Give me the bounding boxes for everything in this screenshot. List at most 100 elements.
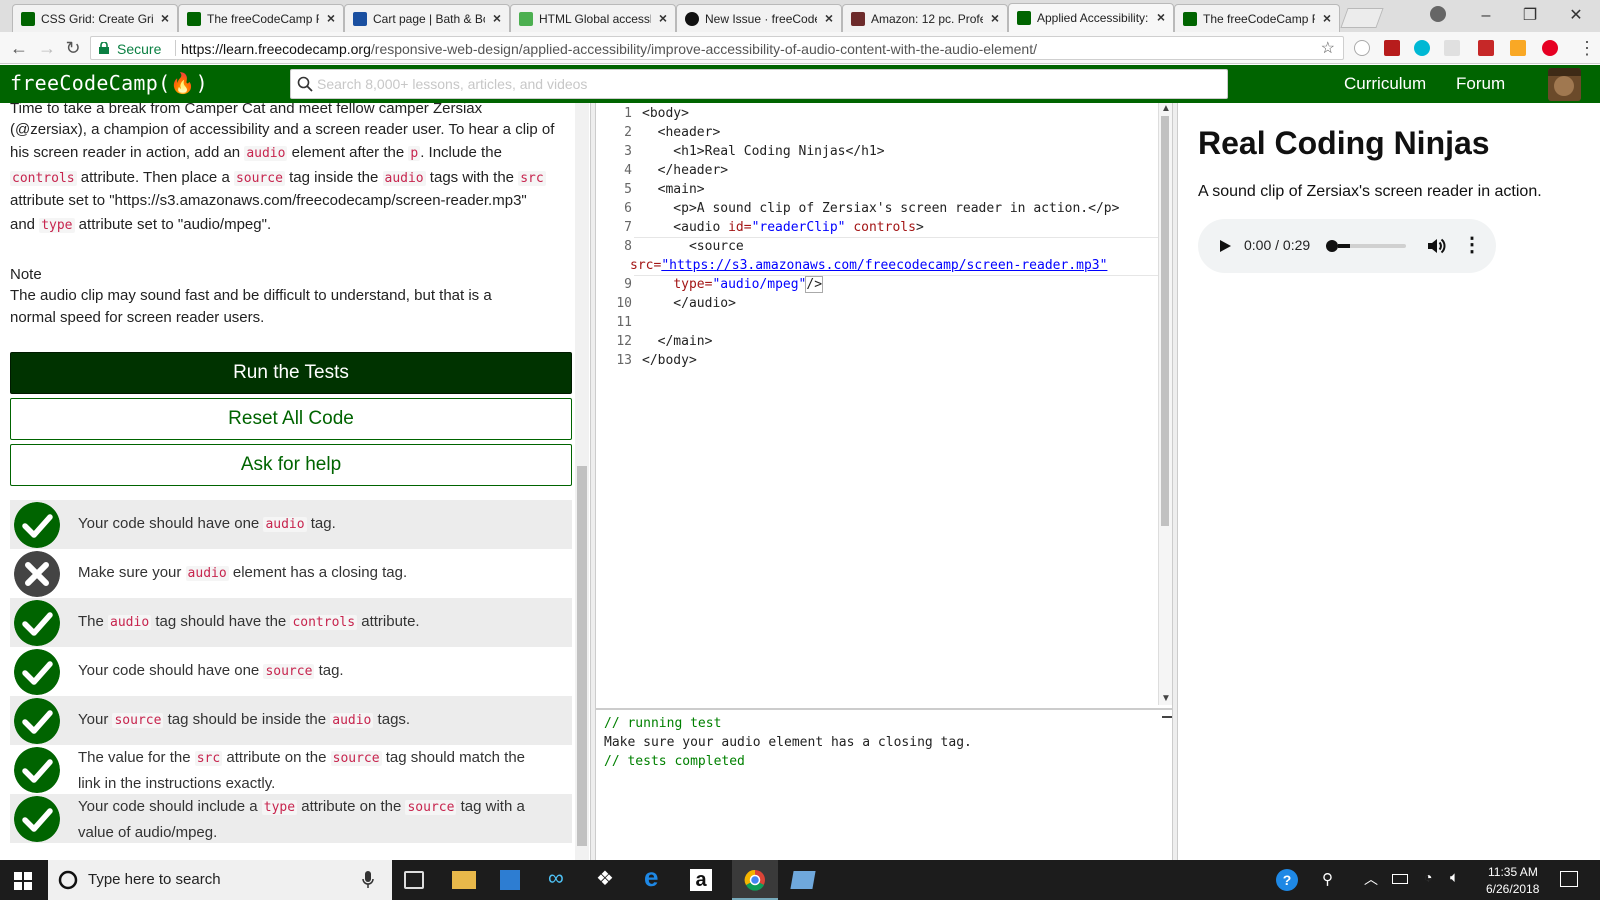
close-tab-icon[interactable]: × — [659, 10, 667, 26]
browser-tab[interactable]: The freeCodeCamp For × — [1174, 4, 1340, 32]
people-icon[interactable]: ⚲ — [1322, 870, 1333, 888]
chrome-taskbar-button[interactable] — [732, 860, 778, 900]
address-bar[interactable]: Secure https://learn.freecodecamp.org/re… — [90, 36, 1344, 60]
nav-curriculum-link[interactable]: Curriculum — [1344, 74, 1426, 94]
close-tab-icon[interactable]: × — [493, 10, 501, 26]
scrollbar-thumb[interactable] — [1161, 116, 1169, 526]
text-segment: tag with a — [456, 798, 525, 815]
minimize-icon[interactable]: – — [1466, 4, 1506, 28]
menu-kebab-icon[interactable]: ⋮ — [1578, 38, 1596, 59]
checkmark-icon — [14, 698, 60, 744]
audio-progress-track[interactable] — [1326, 240, 1406, 252]
line-number: 13 — [616, 353, 632, 368]
text-segment: tag. — [314, 662, 344, 679]
fcc-search-box[interactable] — [290, 69, 1228, 99]
file-explorer-icon[interactable] — [452, 871, 476, 889]
new-tab-button[interactable] — [1340, 8, 1384, 28]
scrollbar-thumb[interactable] — [577, 466, 587, 846]
bookmark-star-icon[interactable]: ☆ — [1321, 38, 1335, 58]
browser-tab[interactable]: CSS Grid: Create Grid × — [12, 4, 178, 32]
extension-icon[interactable] — [1510, 40, 1526, 56]
collapse-console-icon[interactable] — [1162, 716, 1172, 718]
run-tests-button[interactable]: Run the Tests — [10, 352, 572, 394]
code-editor[interactable]: 1 <body> 2 <header> 3 <h1>Real Coding Ni… — [596, 103, 1172, 705]
store-icon[interactable] — [500, 870, 520, 890]
pdf-extension-icon[interactable] — [1478, 40, 1494, 56]
pinterest-icon[interactable] — [1542, 40, 1558, 56]
volume-icon[interactable] — [1426, 236, 1446, 256]
note-title: Note — [10, 266, 42, 283]
browser-tab-active[interactable]: Applied Accessibility: × — [1008, 3, 1174, 32]
code-line: <p>A sound clip of Zersiax's screen read… — [642, 201, 1120, 216]
test-result: The value for the src attribute on the s… — [10, 745, 572, 794]
browser-tab[interactable]: Amazon: 12 pc. Profe × — [842, 4, 1008, 32]
close-window-icon[interactable]: ✕ — [1556, 4, 1596, 28]
audio-progress-thumb[interactable] — [1326, 240, 1338, 252]
infinity-app-icon[interactable]: ∞ — [548, 865, 574, 890]
code-token: type= — [673, 277, 713, 292]
edge-icon[interactable]: e — [644, 862, 670, 892]
close-tab-icon[interactable]: × — [161, 10, 169, 26]
microphone-icon[interactable] — [362, 871, 374, 889]
notepad-icon[interactable] — [790, 871, 816, 889]
battery-icon[interactable] — [1392, 874, 1408, 884]
play-icon[interactable] — [1218, 239, 1232, 253]
ask-for-help-button[interactable]: Ask for help — [10, 444, 572, 486]
windows-start-icon[interactable] — [14, 872, 32, 890]
task-view-icon[interactable] — [404, 871, 424, 889]
line-number: 12 — [616, 334, 632, 349]
avatar[interactable] — [1548, 68, 1581, 101]
extension-icon[interactable] — [1444, 40, 1460, 56]
help-icon[interactable]: ? — [1276, 869, 1298, 891]
browser-tab[interactable]: New Issue · freeCode × — [676, 4, 842, 32]
nav-forum-link[interactable]: Forum — [1456, 74, 1505, 94]
chrome-icon — [744, 869, 765, 891]
line-number: 6 — [624, 201, 632, 216]
wifi-icon[interactable]: ◔ — [1424, 869, 1432, 885]
amazon-favicon-icon — [851, 12, 865, 26]
code-token: id= — [728, 220, 752, 235]
code-line: <body> — [642, 106, 689, 121]
line-number: 7 — [624, 220, 632, 235]
extension-icon[interactable] — [1384, 40, 1400, 56]
close-tab-icon[interactable]: × — [1157, 9, 1165, 25]
scroll-down-arrow-icon[interactable]: ▼ — [1161, 693, 1171, 704]
speaker-icon[interactable]: 🔈︎ — [1450, 869, 1459, 886]
fcc-logo[interactable]: freeCodeCamp(🔥) — [10, 71, 208, 95]
checkmark-icon — [14, 747, 60, 793]
forward-arrow-icon[interactable]: → — [36, 37, 58, 59]
reload-icon[interactable]: ↻ — [62, 37, 84, 59]
code-token: "audio/mpeg" — [712, 277, 807, 292]
back-arrow-icon[interactable]: ← — [8, 37, 30, 59]
close-tab-icon[interactable]: × — [1323, 10, 1331, 26]
instructions-line: attribute set to "https://s3.amazonaws.c… — [10, 192, 527, 209]
browser-tab[interactable]: Cart page | Bath & Bo × — [344, 4, 510, 32]
restore-icon[interactable]: ❐ — [1510, 4, 1550, 28]
more-options-icon[interactable]: ⋮ — [1462, 233, 1482, 257]
audio-player[interactable]: 0:00 / 0:29 ⋮ — [1198, 219, 1496, 273]
clock-date[interactable]: 6/26/2018 — [1486, 882, 1539, 896]
extension-icon[interactable] — [1354, 40, 1370, 56]
browser-tab[interactable]: The freeCodeCamp For × — [178, 4, 344, 32]
profile-icon[interactable] — [1430, 6, 1446, 22]
text-segment: Make sure your — [78, 564, 186, 581]
text-segment: Your — [78, 711, 113, 728]
code-line: </main> — [642, 334, 713, 349]
react-devtools-icon[interactable] — [1414, 40, 1430, 56]
close-tab-icon[interactable]: × — [825, 10, 833, 26]
show-hidden-icons-icon[interactable]: ︿ — [1364, 869, 1378, 889]
scroll-up-arrow-icon[interactable]: ▲ — [1161, 103, 1171, 114]
browser-tab[interactable]: HTML Global accessk × — [510, 4, 676, 32]
browser-toolbar: ← → ↻ Secure https://learn.freecodecamp.… — [0, 32, 1600, 64]
w3schools-favicon-icon — [519, 12, 533, 26]
reset-code-button[interactable]: Reset All Code — [10, 398, 572, 440]
bath-body-favicon-icon — [353, 12, 367, 26]
amazon-icon[interactable]: a — [690, 869, 712, 891]
fcc-search-input[interactable] — [317, 74, 1217, 94]
dropbox-icon[interactable]: ❖ — [596, 866, 622, 890]
clock-time[interactable]: 11:35 AM — [1488, 865, 1538, 879]
taskbar-search-box[interactable]: Type here to search — [48, 860, 392, 900]
action-center-icon[interactable] — [1560, 871, 1578, 887]
close-tab-icon[interactable]: × — [327, 10, 335, 26]
close-tab-icon[interactable]: × — [991, 10, 999, 26]
